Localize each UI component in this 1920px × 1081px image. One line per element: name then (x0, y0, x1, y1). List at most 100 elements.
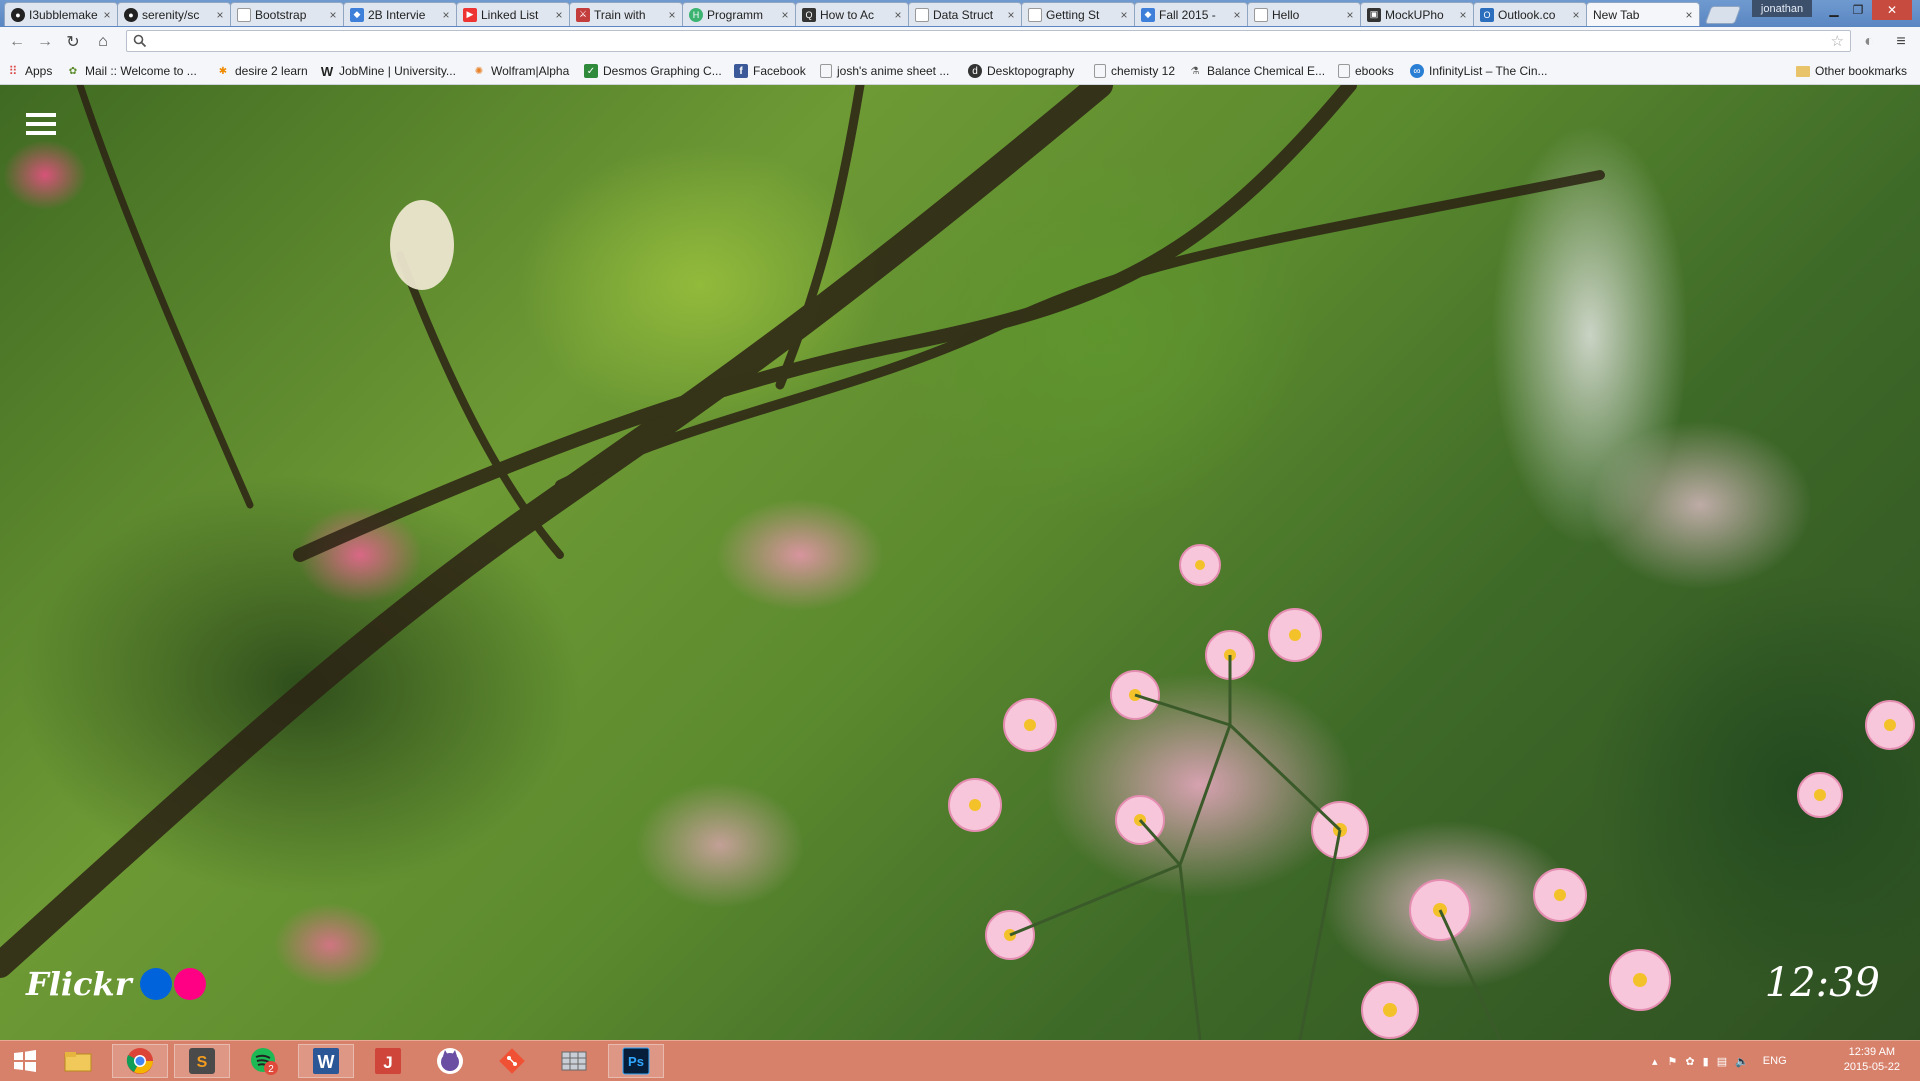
app-cat-icon[interactable] (422, 1044, 478, 1078)
back-icon[interactable]: ← (6, 31, 28, 53)
chrome-menu-icon[interactable]: ≡ (1890, 31, 1912, 53)
tab-9[interactable]: Data Struct × (908, 2, 1022, 26)
chrome-icon[interactable] (112, 1044, 168, 1078)
page-icon (1254, 7, 1268, 22)
git-icon[interactable] (484, 1044, 540, 1078)
bookmark-wolfram[interactable]: ✺ Wolfram|Alpha (472, 62, 569, 80)
forward-icon[interactable]: → (34, 31, 56, 53)
other-bookmarks[interactable]: Other bookmarks (1796, 62, 1907, 80)
tab-1[interactable]: ● I3ubblemaker × (4, 2, 118, 26)
tab-13[interactable]: ▣ MockUPho × (1360, 2, 1474, 26)
clock: 12:39 (1764, 960, 1880, 1006)
bookmark-apps[interactable]: ⠿ Apps (6, 62, 53, 80)
infinity-icon: ∞ (1410, 64, 1424, 78)
language-indicator[interactable]: ENG (1763, 1055, 1787, 1067)
bookmark-mail[interactable]: ✿ Mail :: Welcome to ... (66, 62, 197, 80)
close-icon[interactable]: × (1005, 8, 1017, 22)
close-icon[interactable]: × (1231, 8, 1243, 22)
mail-icon: ✿ (68, 65, 78, 77)
bookmark-label: Desktopography (987, 64, 1075, 78)
desmos-icon: ✓ (584, 64, 598, 78)
tab-11[interactable]: ◆ Fall 2015 - × (1134, 2, 1248, 26)
close-icon[interactable]: × (1118, 8, 1130, 22)
tab-7[interactable]: H Programm × (682, 2, 796, 26)
bookmark-chemistry[interactable]: chemisty 12 (1094, 62, 1175, 80)
dropbox-icon: ◆ (1141, 7, 1155, 22)
home-icon[interactable]: ⌂ (92, 31, 114, 53)
profile-button[interactable]: jonathan (1752, 0, 1812, 17)
close-icon[interactable]: × (1570, 8, 1582, 22)
bookmark-facebook[interactable]: f Facebook (734, 62, 806, 80)
close-icon[interactable]: × (214, 8, 226, 22)
tab-5[interactable]: ▶ Linked List × (456, 2, 570, 26)
tab-12[interactable]: Hello × (1247, 2, 1361, 26)
close-icon[interactable]: × (779, 8, 791, 22)
search-icon (133, 34, 147, 48)
close-icon[interactable]: × (666, 8, 678, 22)
tray-chevron-up-icon[interactable]: ▴ (1652, 1055, 1658, 1068)
bookmark-jobmine[interactable]: W JobMine | University... (320, 62, 456, 80)
background-photo (0, 85, 1915, 1040)
close-window-icon[interactable]: ✕ (1872, 0, 1912, 20)
close-icon[interactable]: × (1683, 8, 1695, 22)
restore-icon[interactable]: ❐ (1846, 0, 1870, 20)
address-input[interactable] (153, 33, 1797, 51)
file-explorer-icon[interactable] (50, 1044, 106, 1078)
bookmark-label: Facebook (753, 64, 806, 78)
close-icon[interactable]: × (327, 8, 339, 22)
windows-logo-icon (14, 1050, 36, 1072)
app-j-icon[interactable]: J (360, 1044, 416, 1078)
tab-10[interactable]: Getting St × (1021, 2, 1135, 26)
menu-icon[interactable] (26, 113, 56, 139)
app-grid-icon[interactable] (546, 1044, 602, 1078)
tab-3[interactable]: Bootstrap × (230, 2, 344, 26)
close-icon[interactable]: × (101, 8, 113, 22)
minimize-icon[interactable]: ▁ (1822, 0, 1846, 20)
bookmark-label: Apps (25, 64, 53, 78)
github-icon: ● (11, 7, 25, 22)
network-icon[interactable]: ▤ (1717, 1055, 1727, 1068)
github-icon: ● (124, 7, 138, 22)
close-icon[interactable]: × (892, 8, 904, 22)
flickr-blue-dot (139, 968, 172, 1000)
spotify-icon[interactable]: 2 (236, 1044, 292, 1078)
battery-icon[interactable]: ▮ (1703, 1055, 1709, 1068)
tab-2[interactable]: ● serenity/sc × (117, 2, 231, 26)
bookmark-label: desire 2 learn (235, 64, 308, 78)
reload-icon[interactable]: ↻ (62, 31, 84, 53)
bookmark-desktopography[interactable]: d Desktopography (968, 62, 1074, 80)
bookmark-desmos[interactable]: ✓ Desmos Graphing C... (584, 62, 722, 80)
photoshop-icon[interactable]: Ps (608, 1044, 664, 1078)
tab-4[interactable]: ◆ 2B Intervie × (343, 2, 457, 26)
close-icon[interactable]: × (1457, 8, 1469, 22)
volume-icon[interactable]: 🔈 (1735, 1055, 1749, 1068)
address-bar[interactable]: ☆ (126, 30, 1851, 52)
system-tray: ▴ ⚑ ✿ ▮ ▤ 🔈 ENG (1652, 1041, 1787, 1081)
new-tab-button[interactable] (1704, 6, 1742, 24)
word-icon[interactable]: W (298, 1044, 354, 1078)
start-button[interactable] (2, 1044, 48, 1078)
flag-icon[interactable]: ⚑ (1668, 1055, 1678, 1068)
flickr-logo[interactable]: Flickr (26, 965, 208, 1003)
extension-icon[interactable]: ◐ (1858, 31, 1880, 53)
bookmark-star-icon[interactable]: ☆ (1831, 32, 1844, 50)
close-icon[interactable]: × (440, 8, 452, 22)
tray-date: 2015-05-22 (1843, 1061, 1900, 1073)
bookmark-infinitylist[interactable]: ∞ InfinityList – The Cin... (1410, 62, 1548, 80)
tab-6[interactable]: ⚔ Train with × (569, 2, 683, 26)
tab-14[interactable]: O Outlook.co × (1473, 2, 1587, 26)
bookmark-anime-sheet[interactable]: josh's anime sheet ... (820, 62, 949, 80)
close-icon[interactable]: × (553, 8, 565, 22)
bookmark-ebooks[interactable]: ebooks (1338, 62, 1394, 80)
wolfram-icon: ✺ (474, 65, 484, 77)
app-tray-icon[interactable]: ✿ (1685, 1055, 1694, 1068)
tab-8[interactable]: Q How to Ac × (795, 2, 909, 26)
close-icon[interactable]: × (1344, 8, 1356, 22)
tab-strip: ● I3ubblemaker × ● serenity/sc × Bootstr… (0, 0, 1920, 27)
tab-new-tab[interactable]: New Tab × (1586, 2, 1700, 26)
tray-clock[interactable]: 12:39 AM 2015-05-22 (1844, 1045, 1900, 1075)
bookmark-d2l[interactable]: ✱ desire 2 learn (216, 62, 308, 80)
tab-label: Data Struct (933, 7, 994, 22)
sublime-icon[interactable]: S (174, 1044, 230, 1078)
bookmark-balance-chemical[interactable]: ⚗ Balance Chemical E... (1188, 62, 1326, 80)
